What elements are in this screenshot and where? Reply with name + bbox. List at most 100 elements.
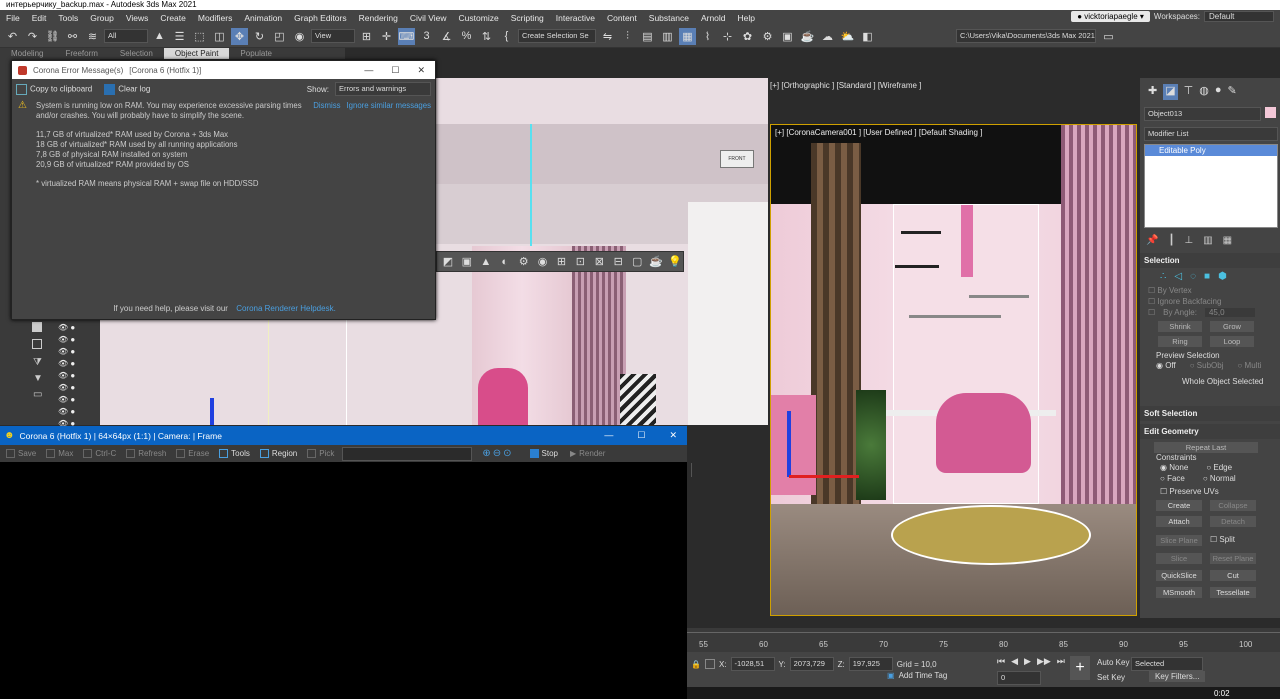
viewport-top-label[interactable]: [+] [Orthographic ] [Standard ] [Wirefra… [770, 81, 921, 90]
corona-teapot-icon[interactable]: ⚙ [516, 253, 532, 270]
corona-scatter-icon[interactable]: ⊠ [591, 253, 607, 270]
select-by-name-icon[interactable]: ☰ [171, 28, 188, 45]
redo-icon[interactable]: ↷ [24, 28, 41, 45]
cut-button[interactable]: Cut [1210, 570, 1256, 581]
explorer-visibility-toggle[interactable]: 👁 ● [58, 407, 75, 416]
rotate-icon[interactable]: ↻ [251, 28, 268, 45]
timeline[interactable]: 55 60 65 70 75 80 85 90 95 100 [687, 628, 1280, 652]
viewcube-front[interactable]: FRONT [720, 150, 754, 168]
menu-rendering[interactable]: Rendering [353, 13, 404, 23]
create-tab-icon[interactable]: ✚ [1148, 84, 1157, 100]
error-window-titlebar[interactable]: Corona Error Message(s) [Corona 6 (Hotfi… [12, 61, 435, 79]
corona-pot-icon[interactable]: ☕ [648, 253, 664, 270]
constraint-edge-radio[interactable]: ○ Edge [1206, 463, 1232, 472]
ring-button[interactable]: Ring [1158, 336, 1202, 347]
menu-edit[interactable]: Edit [26, 13, 53, 23]
configure-sets-icon[interactable]: ▦ [1223, 235, 1232, 246]
abs-mode-icon[interactable] [704, 659, 715, 669]
set-key-button[interactable]: Set Key [1097, 673, 1125, 682]
select-object-icon[interactable]: ▲ [151, 28, 168, 45]
transform-gizmo-x[interactable] [789, 475, 859, 478]
explorer-visibility-toggle[interactable]: 👁 ● [58, 395, 75, 404]
angle-snap-icon[interactable]: ∡ [438, 28, 455, 45]
polygon-icon[interactable]: ■ [1204, 271, 1210, 282]
create-button[interactable]: Create [1156, 500, 1202, 511]
transform-gizmo-y[interactable] [787, 411, 791, 477]
explorer-visibility-toggle[interactable]: 👁 ● [58, 347, 75, 356]
edge-icon[interactable]: ◁ [1174, 271, 1182, 282]
ribbon-tab-populate[interactable]: Populate [229, 48, 283, 59]
corona-light-icon[interactable]: ▲ [478, 253, 494, 270]
corona-camera-icon[interactable]: ⊞ [554, 253, 570, 270]
menu-views[interactable]: Views [120, 13, 155, 23]
render-maximize-icon[interactable]: ☐ [637, 430, 645, 441]
goto-start-icon[interactable]: ⏮ [997, 656, 1005, 667]
msmooth-button[interactable]: MSmooth [1156, 587, 1202, 598]
menu-animation[interactable]: Animation [238, 13, 288, 23]
ribbon-tab-freeform[interactable]: Freeform [54, 48, 108, 59]
selection-filter-select[interactable]: All [104, 29, 148, 43]
viewport-camera-label[interactable]: [+] [CoronaCamera001 ] [User Defined ] [… [775, 128, 982, 137]
menu-customize[interactable]: Customize [453, 13, 505, 23]
selection-rollout-title[interactable]: Selection [1140, 253, 1280, 268]
render-minimize-icon[interactable]: — [604, 430, 613, 441]
border-icon[interactable]: ◌ [1190, 271, 1196, 282]
render-production-icon[interactable]: ☕ [799, 28, 816, 45]
minimize-icon[interactable]: — [364, 65, 373, 76]
ignore-similar-link[interactable]: Ignore similar messages [347, 101, 432, 111]
show-filter-select[interactable]: Errors and warnings [335, 82, 431, 96]
stop-button[interactable]: Stop [526, 447, 562, 461]
menu-graph-editors[interactable]: Graph Editors [288, 13, 352, 23]
explorer-visibility-toggle[interactable]: 👁 ● [58, 383, 75, 392]
current-frame-input[interactable]: 0 [997, 671, 1041, 685]
explorer-visibility-toggle[interactable]: 👁 ● [58, 371, 75, 380]
ribbon-tab-selection[interactable]: Selection [109, 48, 164, 59]
object-color-swatch[interactable] [1265, 107, 1276, 118]
soft-selection-rollout[interactable]: Soft Selection [1140, 406, 1280, 421]
user-account-button[interactable]: ● vicktoriapaegle ▾ [1071, 11, 1150, 22]
y-coordinate[interactable]: 2073,729 [789, 657, 834, 671]
reset-plane-button[interactable]: Reset Plane [1210, 553, 1256, 564]
scene-explorer-icon[interactable]: ▤ [639, 28, 656, 45]
ignore-backfacing-checkbox[interactable]: ☐ Ignore Backfacing [1140, 296, 1280, 307]
grow-button[interactable]: Grow [1210, 321, 1254, 332]
detach-button[interactable]: Detach [1210, 516, 1256, 527]
corona-fog-icon[interactable]: ▢ [629, 253, 645, 270]
corona-sun-icon[interactable]: ⊡ [572, 253, 588, 270]
slice-plane-button[interactable]: Slice Plane [1156, 535, 1202, 546]
add-time-tag-button[interactable]: Add Time Tag [899, 671, 948, 680]
key-selection-select[interactable]: Selected [1131, 657, 1203, 671]
attach-button[interactable]: Attach [1156, 516, 1202, 527]
explorer-layer-icon[interactable]: ▭ [33, 389, 42, 400]
motion-tab-icon[interactable]: ◍ [1199, 84, 1209, 100]
maximize-icon[interactable]: ☐ [391, 65, 399, 76]
render-active-icon[interactable]: ◧ [859, 28, 876, 45]
render-setup-icon[interactable]: ⚙ [759, 28, 776, 45]
goto-end-icon[interactable]: ⏭ [1057, 656, 1065, 667]
dismiss-link[interactable]: Dismiss [313, 101, 340, 111]
transform-gizmo-z[interactable] [210, 398, 214, 425]
slice-button[interactable]: Slice [1156, 553, 1202, 564]
zoom-in-icon[interactable]: ⊕ [482, 448, 490, 459]
unlink-icon[interactable]: ⚯ [64, 28, 81, 45]
render-save-button[interactable]: Save [2, 447, 40, 461]
stack-item-editable-poly[interactable]: Editable Poly [1145, 145, 1277, 156]
corona-render-icon[interactable]: ◩ [440, 253, 456, 270]
set-key-big-icon[interactable]: + [1070, 656, 1090, 680]
undo-icon[interactable]: ↶ [4, 28, 21, 45]
object-name-input[interactable]: Object013 [1144, 107, 1262, 121]
rect-selection-icon[interactable]: ⬚ [191, 28, 208, 45]
make-unique-icon[interactable]: ⊥ [1184, 235, 1193, 246]
spinner-snap-icon[interactable]: ⇅ [478, 28, 495, 45]
keyboard-shortcut-icon[interactable]: ⌨ [398, 27, 415, 45]
menu-create[interactable]: Create [154, 13, 192, 23]
angle-spinner[interactable]: 45,0 [1204, 308, 1255, 317]
render-ctrl-c-button[interactable]: Ctrl-C [79, 447, 120, 461]
menu-help[interactable]: Help [732, 13, 761, 23]
curve-editor-icon[interactable]: ⌇ [699, 28, 716, 45]
render-region-button[interactable]: Region [256, 447, 301, 461]
corona-proxy-icon[interactable]: ◐ [497, 253, 513, 270]
preview-off-radio[interactable]: ◉ Off [1156, 361, 1176, 370]
vertex-icon[interactable]: ∴ [1160, 271, 1166, 282]
helpdesk-link[interactable]: Corona Renderer Helpdesk. [236, 304, 336, 313]
